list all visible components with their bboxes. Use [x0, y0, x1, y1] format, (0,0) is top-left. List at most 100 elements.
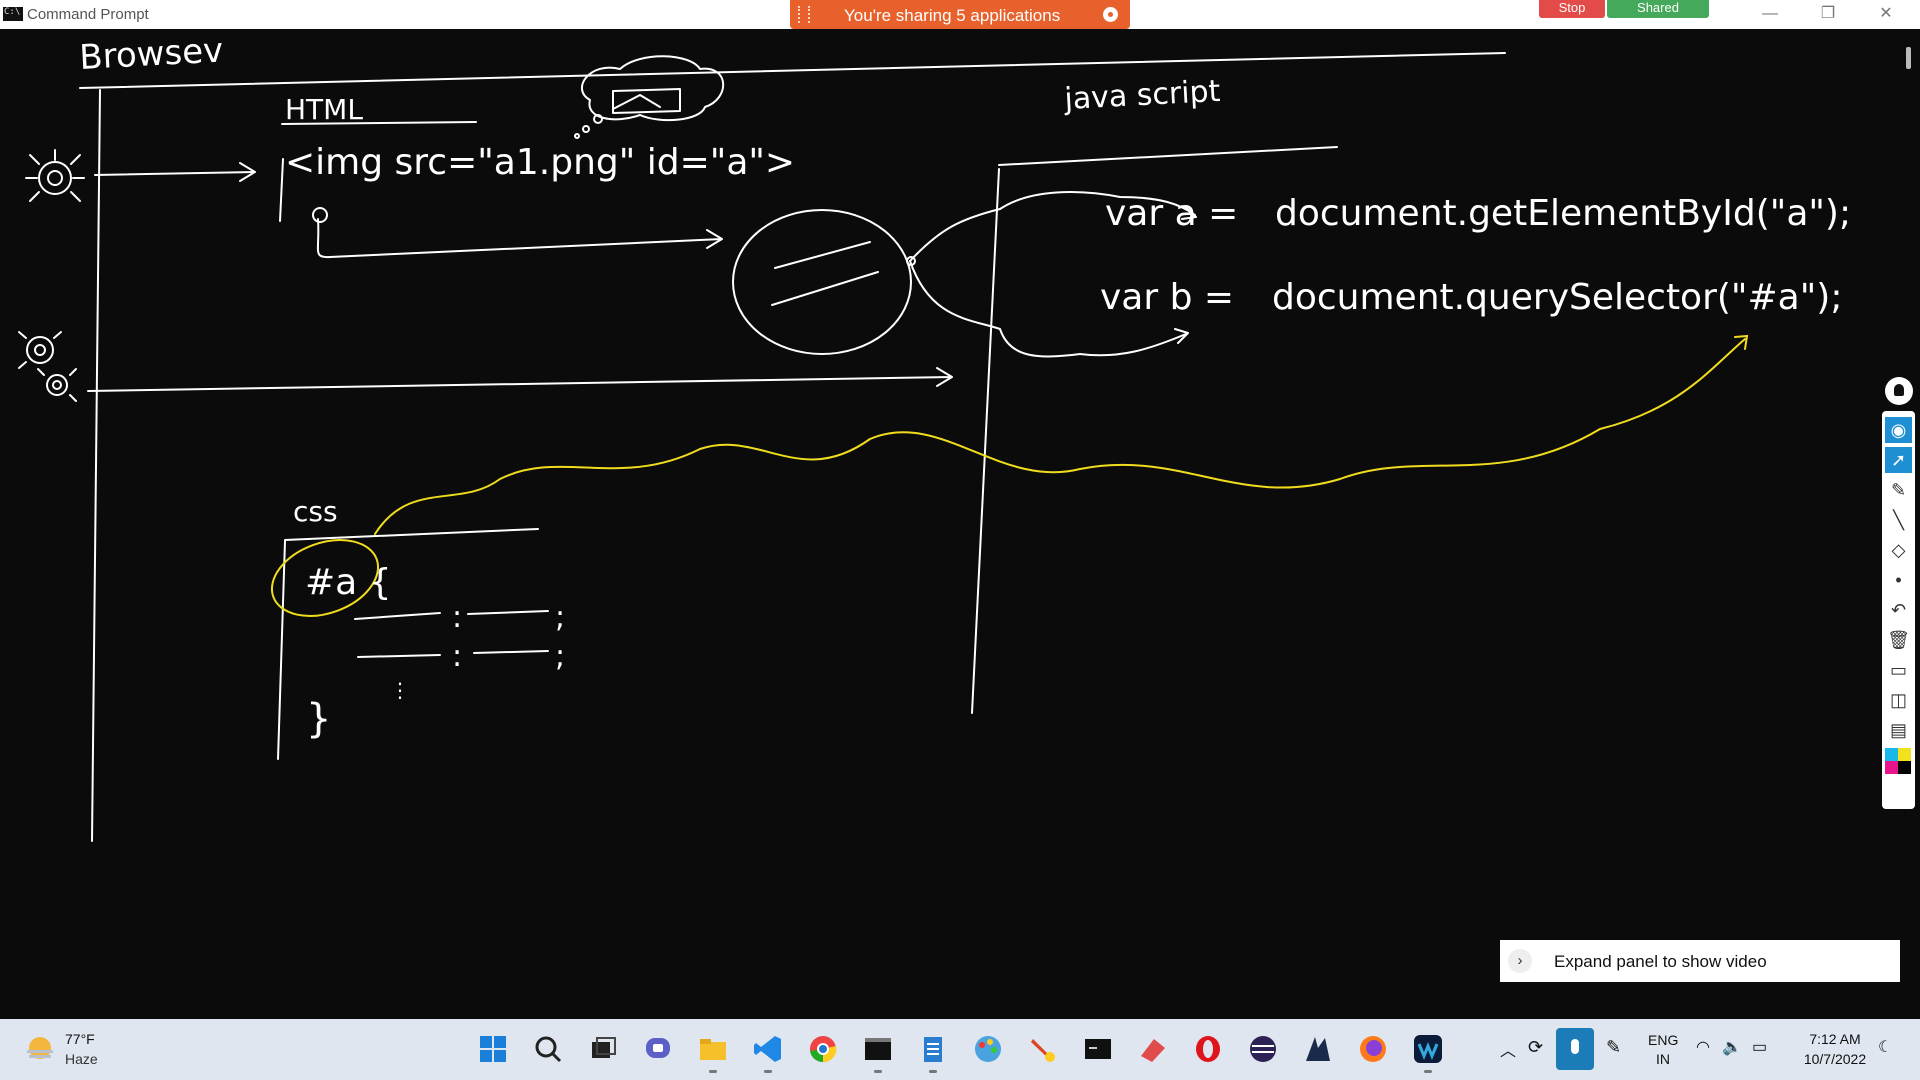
sync-icon[interactable]: ⟳: [1528, 1037, 1543, 1058]
css-top-line: [284, 528, 539, 541]
dark-app-icon[interactable]: [1303, 1034, 1333, 1064]
css-heading: css: [293, 495, 338, 528]
running-indicator: [874, 1070, 882, 1073]
color-swatch-black[interactable]: [1898, 761, 1911, 774]
running-indicator: [929, 1070, 937, 1073]
file-explorer-icon[interactable]: [698, 1034, 728, 1064]
weather-condition[interactable]: Haze: [65, 1051, 98, 1067]
undo-icon[interactable]: ↶: [1885, 597, 1912, 623]
paint-icon[interactable]: [973, 1034, 1003, 1064]
drag-handle-icon[interactable]: [798, 6, 810, 23]
highlighter-icon[interactable]: ✎: [1885, 477, 1912, 503]
command-prompt-icon: [3, 7, 23, 21]
arrow-from-image: [316, 218, 723, 259]
chevron-right-icon[interactable]: ›: [1508, 949, 1532, 973]
color-swatch-magenta[interactable]: [1885, 761, 1898, 774]
vscode-icon[interactable]: [753, 1034, 783, 1064]
sharing-banner: You're sharing 5 applications: [790, 0, 1130, 29]
minimize-button[interactable]: —: [1750, 2, 1790, 26]
js-line1-call: document.getElementById("a");: [1275, 193, 1851, 234]
bug-icon: [18, 331, 77, 402]
taskbar: 77°F Haze ︿ ⟳ ✎ ENG IN ◠ 🔈 ▭ 7:12 AM 10/…: [0, 1019, 1920, 1080]
svg-text:;: ;: [555, 600, 565, 635]
task-view-icon[interactable]: [588, 1034, 618, 1064]
eye-icon[interactable]: ◉: [1885, 417, 1912, 443]
js-line2-var: var b =: [1100, 277, 1234, 318]
wifi-icon[interactable]: ◠: [1696, 1037, 1710, 1057]
html-heading: HTML: [285, 93, 363, 126]
trash-icon[interactable]: 🗑: [1885, 627, 1912, 653]
opera-icon[interactable]: [1193, 1034, 1223, 1064]
css-left-line: [277, 540, 286, 760]
clock-date[interactable]: 10/7/2022: [1795, 1051, 1875, 1067]
start-icon[interactable]: [478, 1034, 508, 1064]
eraser-icon[interactable]: ◇: [1885, 537, 1912, 563]
cmd-icon[interactable]: [1083, 1034, 1113, 1064]
language-line1[interactable]: ENG: [1648, 1032, 1678, 1048]
arrow-to-js: [87, 367, 953, 392]
browser-label: Browsev: [78, 31, 224, 78]
running-indicator: [709, 1070, 717, 1073]
pen-tray-icon[interactable]: ✎: [1606, 1037, 1621, 1058]
screen-icon[interactable]: ▭: [1885, 657, 1912, 683]
color-swatch-yellow[interactable]: [1898, 748, 1911, 761]
pen-icon[interactable]: ╲: [1885, 507, 1912, 533]
pin-icon[interactable]: [1885, 377, 1913, 405]
moon-icon[interactable]: ☾: [1878, 1037, 1892, 1057]
svg-text:;: ;: [555, 639, 565, 674]
yellow-link-arrow: [374, 334, 1749, 535]
clock-time[interactable]: 7:12 AM: [1795, 1031, 1875, 1047]
expand-video-panel[interactable]: › Expand panel to show video: [1500, 940, 1900, 982]
js-top-line: [998, 146, 1338, 166]
svg-text:⋮: ⋮: [390, 678, 410, 702]
html-code: <img src="a1.png" id="a">: [285, 142, 795, 183]
whiteboard-canvas[interactable]: Browsev HTML <img src="a1.png" id="a"> j…: [0, 29, 1900, 1019]
color-swatch-cyan[interactable]: [1885, 748, 1898, 761]
sharing-message: You're sharing 5 applications: [844, 6, 1061, 25]
red-app-icon[interactable]: [1138, 1034, 1168, 1064]
notepad-icon[interactable]: [918, 1034, 948, 1064]
js-line2-call: document.querySelector("#a");: [1272, 277, 1842, 318]
battery-icon[interactable]: ▭: [1752, 1037, 1767, 1057]
firefox-icon[interactable]: [1358, 1034, 1388, 1064]
clipboard-icon[interactable]: ▤: [1885, 717, 1912, 743]
html-bracket: [279, 158, 284, 222]
close-button[interactable]: ✕: [1866, 2, 1906, 26]
weather-temperature[interactable]: 77°F: [65, 1031, 95, 1047]
volume-icon[interactable]: 🔈: [1722, 1037, 1742, 1057]
shared-button[interactable]: Shared: [1607, 0, 1709, 18]
running-indicator: [1424, 1070, 1432, 1073]
ink-toolbar: ◉ ➚ ✎ ╲ ◇ • ↶ 🗑 ▭ ◫ ▤: [1882, 411, 1915, 809]
pen-app-icon[interactable]: [1028, 1034, 1058, 1064]
pointer-icon[interactable]: ➚: [1885, 447, 1912, 473]
stop-sharing-icon[interactable]: [1103, 7, 1118, 22]
running-indicator: [764, 1070, 772, 1073]
camera-icon[interactable]: ◫: [1885, 687, 1912, 713]
dot-icon[interactable]: •: [1885, 567, 1912, 593]
title-bar: Command Prompt You're sharing 5 applicat…: [0, 0, 1920, 29]
search-icon[interactable]: [533, 1034, 563, 1064]
teams-chat-icon[interactable]: [643, 1034, 673, 1064]
svg-text::: :: [452, 639, 462, 674]
weather-haze-icon[interactable]: [25, 1034, 55, 1064]
js-line1-var: var a =: [1105, 193, 1238, 234]
js-left-line: [971, 168, 1000, 714]
window-title: Command Prompt: [27, 6, 149, 23]
chevron-up-icon[interactable]: ︿: [1500, 1037, 1516, 1061]
microphone-icon[interactable]: [1556, 1028, 1594, 1070]
webex-icon[interactable]: [1413, 1034, 1443, 1064]
arrow-to-html: [94, 162, 256, 182]
terminal-icon[interactable]: [863, 1034, 893, 1064]
scrollbar-thumb[interactable]: [1906, 47, 1911, 69]
chrome-icon[interactable]: [808, 1034, 838, 1064]
stop-button[interactable]: Stop: [1539, 0, 1605, 18]
css-close: }: [306, 696, 331, 742]
eclipse-icon[interactable]: [1248, 1034, 1278, 1064]
thought-cloud: [580, 55, 725, 122]
bug-icon: [25, 149, 85, 202]
browser-left-line: [91, 89, 101, 842]
language-line2[interactable]: IN: [1648, 1051, 1678, 1067]
restore-button[interactable]: ❐: [1808, 2, 1848, 26]
svg-text::: :: [452, 600, 462, 635]
js-heading: java script: [1063, 74, 1222, 117]
